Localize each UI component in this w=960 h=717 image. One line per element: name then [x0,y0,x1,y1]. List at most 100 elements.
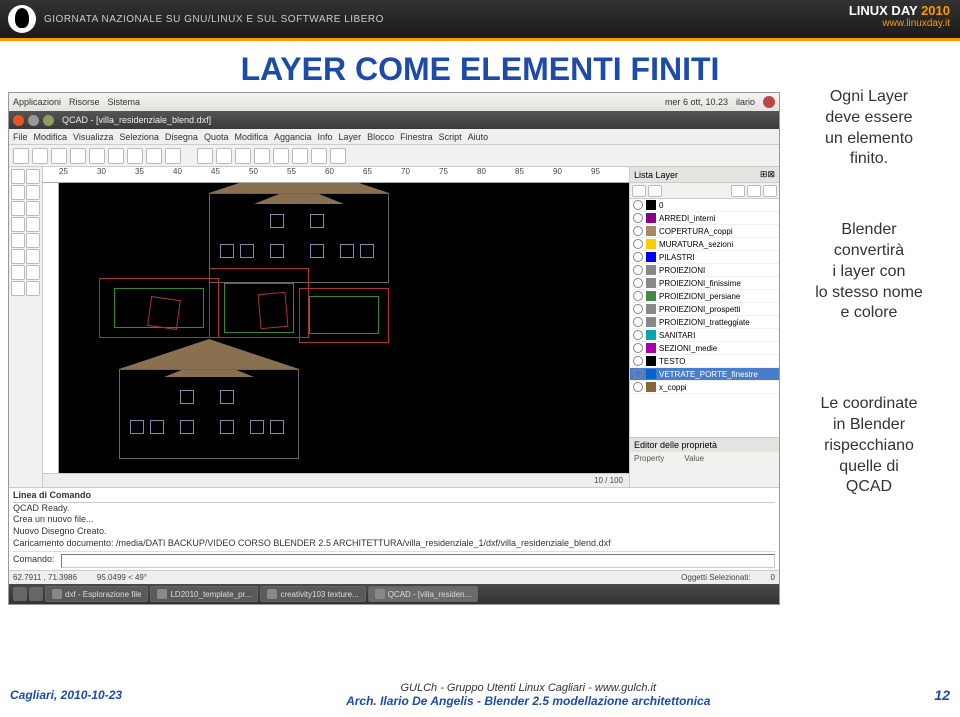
tool-copy[interactable] [146,148,162,164]
close-button[interactable] [13,115,24,126]
visibility-icon[interactable] [633,252,643,262]
tool-ellipse[interactable] [11,201,25,216]
panel-places[interactable]: Risorse [69,97,100,107]
layer-row[interactable]: PROIEZIONI_tratteggiate [630,316,779,329]
tool-circle[interactable] [26,185,40,200]
layer-row[interactable]: SANITARI [630,329,779,342]
layer-hide-all[interactable] [648,185,662,197]
layer-edit[interactable] [763,185,777,197]
panel-user[interactable]: ilario [736,97,755,107]
menu-item[interactable]: Quota [204,132,229,142]
command-input[interactable] [61,554,775,568]
tool-arc[interactable] [11,185,25,200]
visibility-icon[interactable] [633,200,643,210]
power-icon[interactable] [763,96,775,108]
tool-cut[interactable] [127,148,143,164]
menu-item[interactable]: Script [439,132,462,142]
menu-item[interactable]: Seleziona [119,132,159,142]
visibility-icon[interactable] [633,226,643,236]
tool-pointer[interactable] [11,169,25,184]
visibility-icon[interactable] [633,317,643,327]
layer-row[interactable]: COPERTURA_coppi [630,225,779,238]
visibility-icon[interactable] [633,330,643,340]
minimize-button[interactable] [28,115,39,126]
visibility-icon[interactable] [633,278,643,288]
layer-row[interactable]: PROIEZIONI_prospetti [630,303,779,316]
tool-undo[interactable] [89,148,105,164]
tool-zoom-prev[interactable] [292,148,308,164]
menu-item[interactable]: Layer [339,132,362,142]
menu-item[interactable]: Modifica [234,132,268,142]
visibility-icon[interactable] [633,382,643,392]
taskbar-item[interactable]: dxf - Esplorazione file [45,586,148,602]
layer-remove[interactable] [747,185,761,197]
visibility-icon[interactable] [633,265,643,275]
tool-print[interactable] [70,148,86,164]
tool-new[interactable] [13,148,29,164]
visibility-icon[interactable] [633,369,643,379]
tool-dim[interactable] [11,233,25,248]
tool-draft[interactable] [216,148,232,164]
visibility-icon[interactable] [633,343,643,353]
visibility-icon[interactable] [633,291,643,301]
tool-modify[interactable] [26,265,40,280]
menu-item[interactable]: Disegna [165,132,198,142]
tool-redo[interactable] [108,148,124,164]
layer-row[interactable]: x_coppi [630,381,779,394]
menu-item[interactable]: Info [318,132,333,142]
tool-block[interactable] [26,249,40,264]
menu-item[interactable]: Aiuto [468,132,489,142]
tool-explode[interactable] [11,265,25,280]
panel-system[interactable]: Sistema [108,97,141,107]
layer-row[interactable]: VETRATE_PORTE_finestre [630,368,779,381]
panel-clock[interactable]: mer 6 ott, 10.23 [665,97,728,107]
tool-grid[interactable] [197,148,213,164]
tool-open[interactable] [32,148,48,164]
layer-row[interactable]: ARREDI_interni [630,212,779,225]
tool-zoom-in[interactable] [235,148,251,164]
menu-item[interactable]: Modifica [34,132,68,142]
layer-row[interactable]: MURATURA_sezioni [630,238,779,251]
trash-icon[interactable] [29,587,43,601]
visibility-icon[interactable] [633,239,643,249]
taskbar-item[interactable]: QCAD - [villa_residen... [368,586,479,602]
layer-list[interactable]: 0ARREDI_interniCOPERTURA_coppiMURATURA_s… [630,199,779,437]
maximize-button[interactable] [43,115,54,126]
tool-zoom-window[interactable] [311,148,327,164]
layer-row[interactable]: PROIEZIONI_finissime [630,277,779,290]
taskbar-item[interactable]: creativity103 texture... [260,586,365,602]
tool-paste[interactable] [165,148,181,164]
menu-item[interactable]: Aggancia [274,132,312,142]
layer-row[interactable]: SEZIONI_medie [630,342,779,355]
menu-item[interactable]: File [13,132,28,142]
menu-item[interactable]: Finestra [400,132,433,142]
layer-row[interactable]: PROIEZIONI_persiane [630,290,779,303]
layer-row[interactable]: PILASTRI [630,251,779,264]
tool-pan[interactable] [330,148,346,164]
layer-show-all[interactable] [632,185,646,197]
tool-zoom-out[interactable] [254,148,270,164]
tool-text-icon[interactable] [26,217,40,232]
visibility-icon[interactable] [633,304,643,314]
layer-add[interactable] [731,185,745,197]
panel-apps[interactable]: Applicazioni [13,97,61,107]
visibility-icon[interactable] [633,213,643,223]
tool-polyline[interactable] [11,217,25,232]
taskbar-item[interactable]: LD2010_template_pr... [150,586,258,602]
show-desktop-icon[interactable] [13,587,27,601]
tool-hatch[interactable] [26,233,40,248]
tool-image[interactable] [11,249,25,264]
tool-snap[interactable] [26,281,40,296]
menu-item[interactable]: Blocco [367,132,394,142]
tool-zoom-auto[interactable] [273,148,289,164]
layer-row[interactable]: PROIEZIONI [630,264,779,277]
menu-item[interactable]: Visualizza [73,132,113,142]
tool-line[interactable] [26,169,40,184]
tool-info[interactable] [11,281,25,296]
tool-save[interactable] [51,148,67,164]
layer-row[interactable]: TESTO [630,355,779,368]
tool-spline[interactable] [26,201,40,216]
cad-canvas[interactable] [59,183,629,473]
visibility-icon[interactable] [633,356,643,366]
layer-row[interactable]: 0 [630,199,779,212]
